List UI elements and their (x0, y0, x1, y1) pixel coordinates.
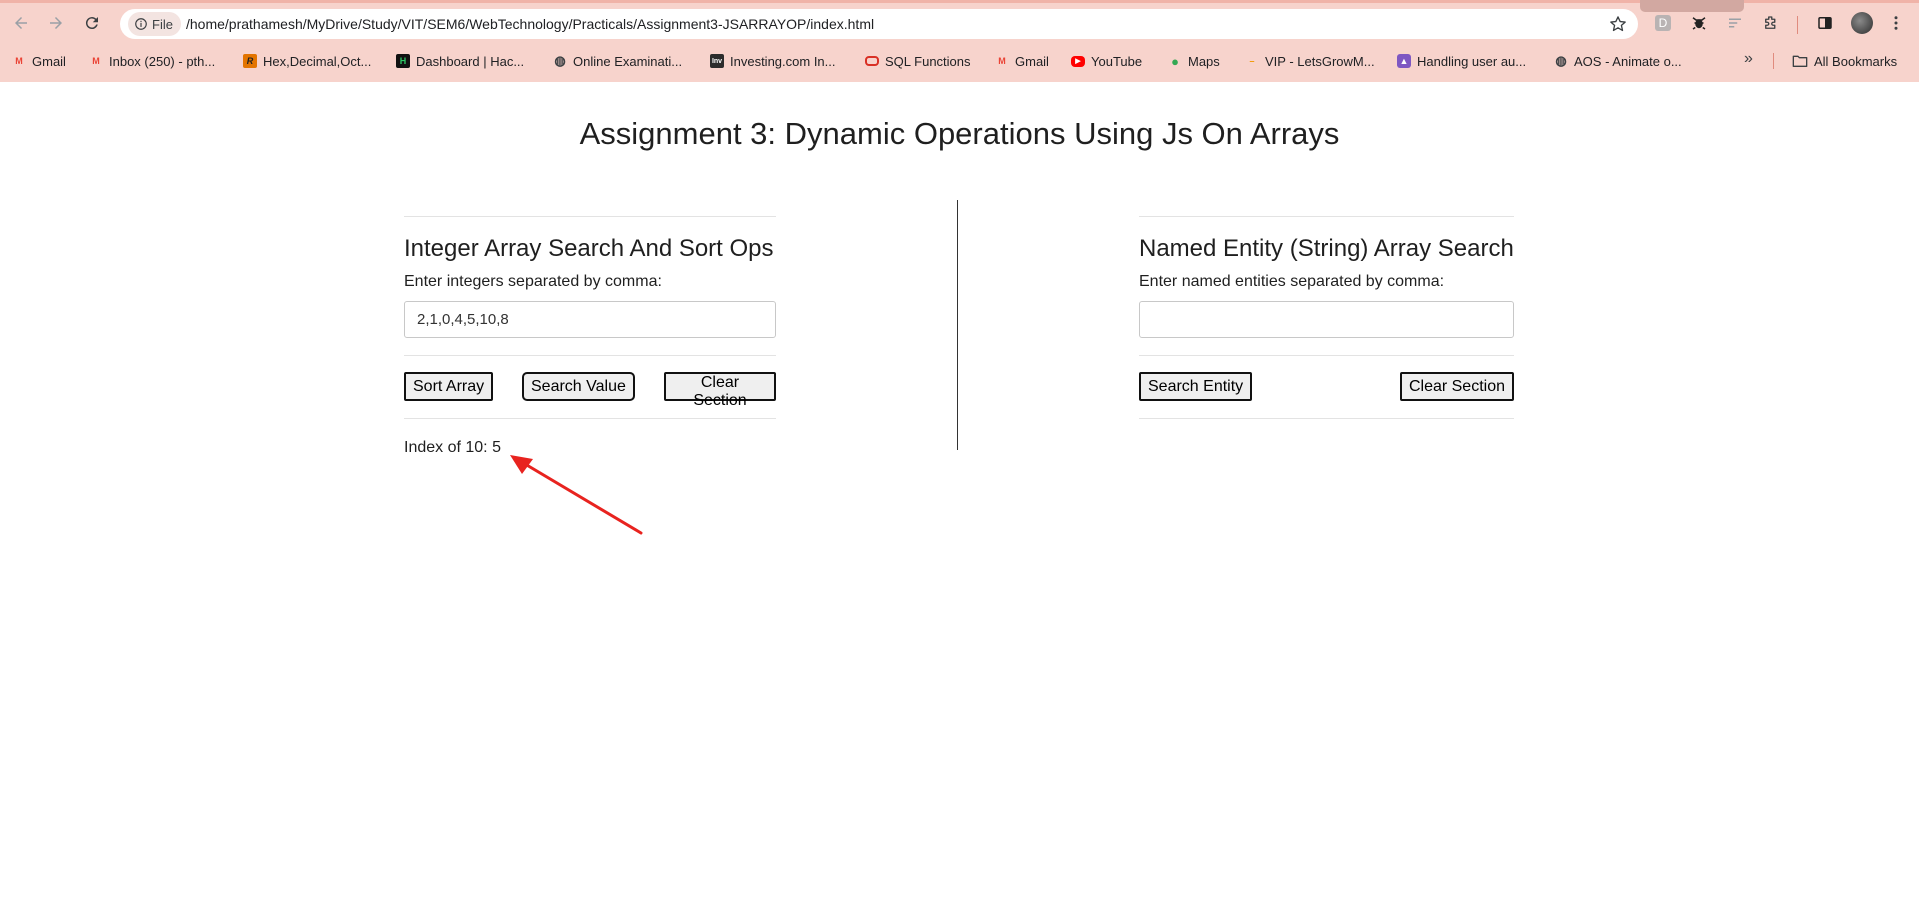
vertical-divider (957, 200, 958, 450)
clear-string-section-button[interactable]: Clear Section (1399, 372, 1514, 401)
bookmark-label: Investing.com In... (730, 53, 836, 69)
browser-menu-button[interactable] (1885, 12, 1907, 34)
bookmark-label: Maps (1188, 53, 1220, 69)
forward-button[interactable] (41, 8, 71, 38)
bookmark-item[interactable]: ▶ YouTube (1071, 50, 1142, 72)
bookmark-item[interactable]: ◍ Online Examinati... (553, 50, 682, 72)
bookmark-label: Gmail (1015, 53, 1049, 69)
extension-lines-button[interactable] (1724, 12, 1746, 34)
page-title: Assignment 3: Dynamic Operations Using J… (579, 116, 1340, 151)
all-bookmarks-label: All Bookmarks (1814, 53, 1898, 69)
bookmark-item[interactable]: – VIP - LetsGrowM... (1245, 50, 1375, 72)
bookmarks-separator (1773, 53, 1774, 69)
tab-strip (0, 0, 1919, 3)
globe-icon: ◍ (554, 53, 566, 68)
url-scheme-label: File (152, 16, 173, 32)
toolbar-separator (1797, 16, 1798, 34)
bookmark-item[interactable]: ◍ AOS - Animate o... (1554, 50, 1682, 72)
integer-array-section: Integer Array Search And Sort Ops Enter … (404, 216, 776, 457)
integer-input-label: Enter integers separated by comma: (404, 273, 662, 290)
bookmark-label: YouTube (1091, 53, 1143, 69)
hackerrank-icon: H (396, 54, 410, 68)
string-array-input[interactable] (1139, 301, 1514, 338)
bookmark-label: Inbox (250) - pth... (109, 53, 216, 69)
browser-chrome: File /home/prathamesh/MyDrive/Study/VIT/… (0, 0, 1919, 82)
reload-button[interactable] (77, 8, 107, 38)
bookmark-item[interactable]: H Dashboard | Hac... (396, 50, 524, 72)
browser-toolbar: File /home/prathamesh/MyDrive/Study/VIT/… (0, 8, 1919, 42)
investing-icon: Inv (710, 54, 724, 68)
bug-extension-icon (1692, 17, 1706, 30)
side-panel-icon (1818, 17, 1832, 29)
arrow-left-icon (15, 17, 27, 29)
bookmark-label: AOS - Animate o... (1574, 53, 1682, 69)
section-divider (404, 418, 776, 419)
address-bar[interactable]: File /home/prathamesh/MyDrive/Study/VIT/… (120, 9, 1638, 39)
youtube-icon: ▶ (1071, 55, 1085, 67)
bookmark-label: SQL Functions (885, 53, 971, 69)
bookmark-label: Handling user au... (1417, 53, 1527, 69)
string-input-label: Enter named entities separated by comma: (1139, 273, 1445, 290)
extensions-button[interactable] (1760, 12, 1782, 34)
kebab-menu-icon (1894, 16, 1898, 30)
url-text[interactable]: /home/prathamesh/MyDrive/Study/VIT/SEM6/… (186, 16, 874, 32)
bookmark-item[interactable]: SQL Functions (865, 50, 971, 72)
sort-lines-icon (1729, 18, 1741, 28)
search-value-button[interactable]: Search Value (522, 372, 635, 401)
back-button[interactable] (6, 8, 36, 38)
extension-d-icon: D (1655, 15, 1671, 31)
bookmark-label: Dashboard | Hac... (416, 53, 525, 69)
bookmark-item[interactable]: ● Maps (1168, 50, 1220, 72)
integer-array-input[interactable] (404, 301, 776, 338)
section-divider (404, 355, 776, 356)
bookmark-star-icon[interactable] (1608, 14, 1628, 34)
rocket-icon: ▲ (1397, 54, 1411, 68)
folder-icon (1792, 55, 1808, 68)
bookmark-label: Gmail (32, 53, 66, 69)
bookmark-label: VIP - LetsGrowM... (1265, 53, 1375, 69)
r-icon: R (243, 54, 257, 68)
oracle-icon (865, 56, 879, 66)
bookmark-label: Online Examinati... (573, 53, 683, 69)
site-info-chip[interactable]: File (128, 12, 181, 36)
string-array-section: Named Entity (String) Array Search Enter… (1139, 216, 1514, 419)
gmail-icon: M (15, 56, 23, 66)
search-entity-button[interactable]: Search Entity (1139, 372, 1253, 401)
section-divider (1139, 216, 1514, 217)
section-divider (1139, 355, 1514, 356)
integer-section-heading: Integer Array Search And Sort Ops (404, 235, 774, 262)
dash-icon: – (1249, 56, 1255, 66)
extension-bug-button[interactable] (1688, 12, 1710, 34)
integer-button-row: Sort Array Search Value Clear Section (404, 372, 776, 409)
all-bookmarks-button[interactable]: All Bookmarks (1792, 50, 1897, 72)
info-icon (135, 18, 147, 30)
bookmarks-bar: M Gmail M Inbox (250) - pth... R Hex,Dec… (0, 50, 1919, 72)
bookmark-item[interactable]: R Hex,Decimal,Oct... (243, 50, 371, 72)
bookmark-label: Hex,Decimal,Oct... (263, 53, 372, 69)
gmail-icon: M (998, 56, 1006, 66)
reload-icon (85, 17, 98, 30)
bookmark-item[interactable]: M Gmail (995, 50, 1049, 72)
more-bookmarks-button[interactable]: » (1744, 50, 1753, 68)
bookmark-item[interactable]: ▲ Handling user au... (1397, 50, 1526, 72)
side-panel-button[interactable] (1814, 12, 1836, 34)
bookmark-item[interactable]: M Inbox (250) - pth... (89, 50, 215, 72)
puzzle-icon (1765, 16, 1776, 29)
bookmark-item[interactable]: Inv Investing.com In... (710, 50, 836, 72)
section-divider (404, 216, 776, 217)
bookmark-item[interactable]: M Gmail (12, 50, 66, 72)
string-button-row: Search Entity Clear Section (1139, 372, 1514, 401)
clear-integer-section-button[interactable]: Clear Section (664, 372, 776, 409)
extension-d-button[interactable]: D (1652, 12, 1674, 34)
maps-pin-icon: ● (1171, 53, 1179, 69)
annotation-arrow-icon (510, 455, 643, 535)
arrow-right-icon (50, 17, 62, 29)
globe-icon: ◍ (1555, 53, 1567, 68)
string-section-heading: Named Entity (String) Array Search (1139, 235, 1514, 262)
profile-avatar[interactable] (1851, 12, 1873, 34)
section-divider (1139, 418, 1514, 419)
gmail-icon: M (92, 56, 100, 66)
sort-array-button[interactable]: Sort Array (404, 372, 494, 401)
